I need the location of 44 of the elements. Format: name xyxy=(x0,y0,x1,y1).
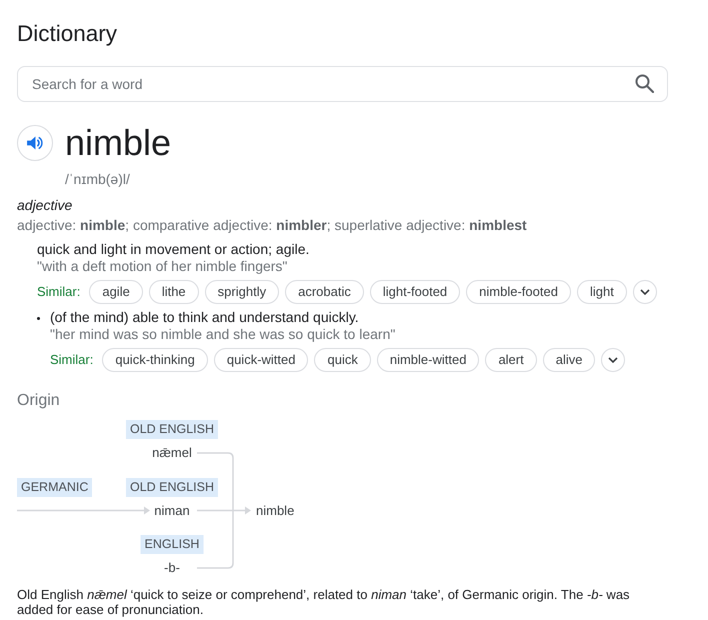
similar-word-chip[interactable]: alive xyxy=(542,348,596,372)
etymology-word: -b- xyxy=(164,560,180,576)
origin-note: Old English nǣmel ‘quick to seize or comprehend’, related to niman ‘take’, of Germanic origin. The -b- was added for ease of pronunciation. xyxy=(17,587,631,617)
section-heading: Origin xyxy=(17,391,60,411)
similar-word-chip[interactable]: quick-thinking xyxy=(102,348,208,372)
etymology-word: nǣmel xyxy=(152,445,192,461)
language-tag: ENGLISH xyxy=(140,535,204,554)
similar-word-chip[interactable]: quick xyxy=(314,348,371,372)
expand-button[interactable] xyxy=(632,280,657,304)
bullet-icon xyxy=(37,317,40,320)
similar-label: Similar: xyxy=(37,283,80,301)
language-tag: OLD ENGLISH xyxy=(126,420,218,439)
similar-word-chip[interactable]: sprightly xyxy=(204,280,280,304)
headword: nimble xyxy=(65,123,172,163)
similar-word-chip[interactable]: light xyxy=(576,280,627,304)
phonetic-spelling: /ˈnɪmb(ə)l/ xyxy=(65,170,130,188)
page-title: Dictionary xyxy=(17,20,118,48)
similar-word-chip[interactable]: light-footed xyxy=(370,280,460,304)
definition: (of the mind) able to think and understand quickly. xyxy=(50,309,359,326)
similar-word-chip[interactable]: alert xyxy=(485,348,537,372)
similar-word-chip[interactable]: quick-witted xyxy=(214,348,308,372)
etymology-word: nimble xyxy=(256,502,294,518)
expand-button[interactable] xyxy=(601,348,626,372)
definition: quick and light in movement or action; agile. xyxy=(37,241,310,258)
etymology-word: niman xyxy=(154,502,190,518)
chevron-down-icon xyxy=(640,289,650,295)
similar-word-chip[interactable]: acrobatic xyxy=(285,280,364,304)
play-pronunciation-button[interactable] xyxy=(17,125,53,161)
similar-word-chip[interactable]: lithe xyxy=(148,280,199,304)
language-tag: GERMANIC xyxy=(17,478,92,496)
similar-word-chip[interactable]: agile xyxy=(89,280,143,304)
word-forms: adjective: nimble; comparative adjective: nimbler; superlative adjective: nimblest xyxy=(17,216,527,234)
part-of-speech: adjective xyxy=(17,196,72,214)
example-sentence: "her mind was so nimble and she was so quick to learn" xyxy=(50,326,396,343)
search-field[interactable]: Search for a word xyxy=(17,66,668,102)
example-sentence: "with a deft motion of her nimble fingers" xyxy=(37,258,288,275)
speaker-icon xyxy=(27,136,43,150)
similar-word-chip[interactable]: nimble-witted xyxy=(376,348,480,372)
similar-word-chip[interactable]: nimble-footed xyxy=(466,280,571,304)
language-tag: OLD ENGLISH xyxy=(126,478,218,496)
arrow xyxy=(197,506,251,514)
chevron-down-icon xyxy=(608,357,618,363)
search-icon[interactable] xyxy=(635,74,654,93)
similar-label: Similar: xyxy=(50,351,94,369)
